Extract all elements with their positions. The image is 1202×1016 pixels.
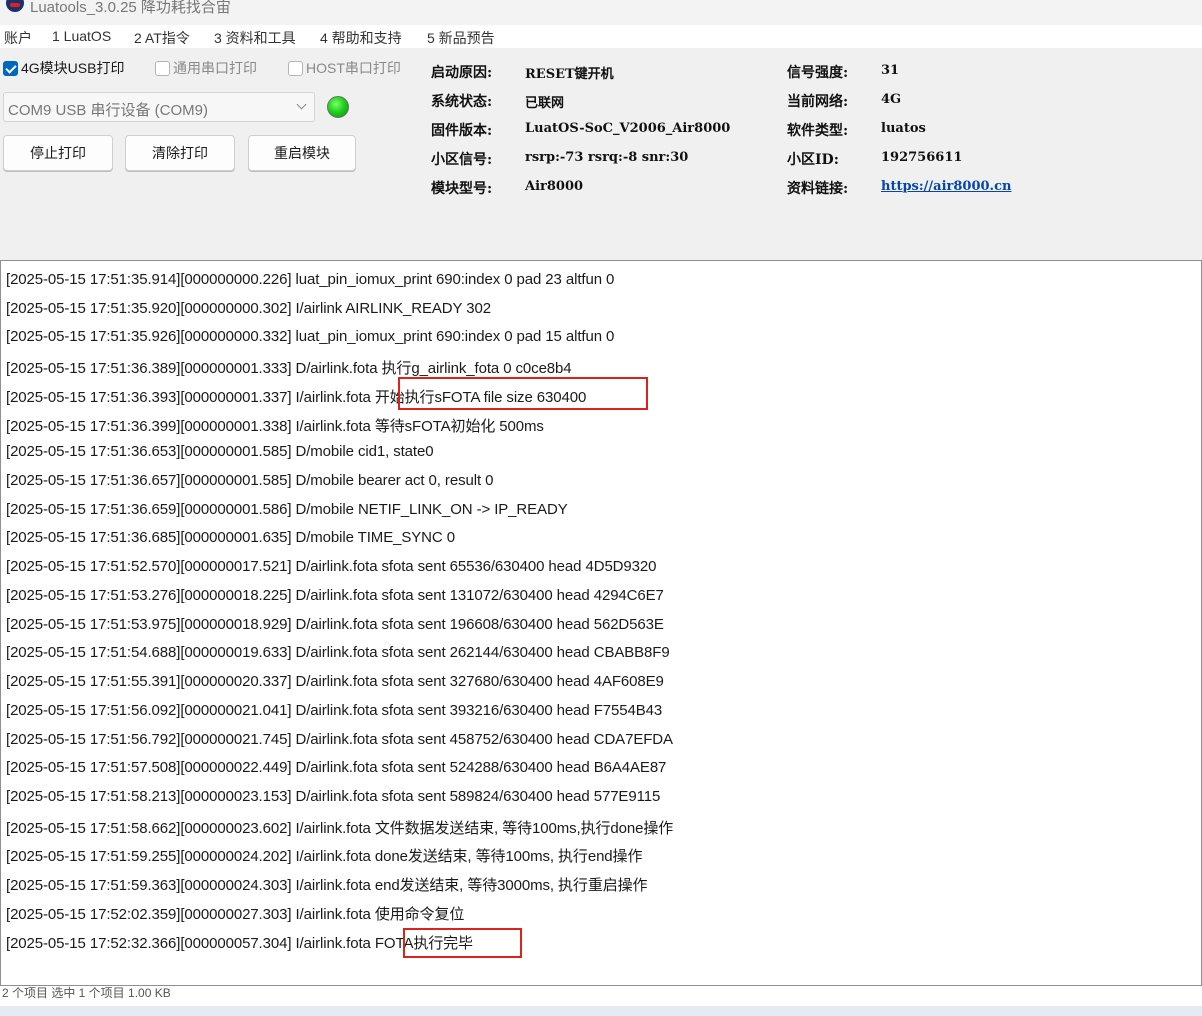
taskbar-strip — [0, 1006, 1202, 1016]
title-bar: Luatools_3.0.25 降功耗找合宙 — [0, 0, 1202, 25]
log-line: [2025-05-15 17:51:53.975][000000018.929]… — [6, 616, 664, 633]
checkbox-checked-icon — [3, 60, 18, 76]
log-line: [2025-05-15 17:51:35.926][000000000.332]… — [6, 328, 615, 345]
menu-at-commands[interactable]: 2 AT指令 — [134, 28, 190, 48]
firmware-version-value: LuatOS-SoC_V2006_Air8000 — [525, 121, 731, 136]
log-line: [2025-05-15 17:51:36.399][000000001.338]… — [6, 418, 544, 435]
highlight-box-fota-complete — [403, 928, 522, 958]
menu-docs-tools[interactable]: 3 资料和工具 — [214, 28, 296, 48]
log-line: [2025-05-15 17:51:57.508][000000022.449]… — [6, 759, 667, 776]
chevron-down-icon — [296, 99, 307, 110]
checkbox-unchecked-icon — [288, 60, 303, 76]
cell-signal-label: 小区信号: — [431, 152, 493, 168]
log-line: [2025-05-15 17:51:54.688][000000019.633]… — [6, 644, 670, 661]
signal-strength-value: 31 — [881, 63, 900, 78]
log-line: [2025-05-15 17:51:59.363][000000024.303]… — [6, 877, 648, 894]
log-line: [2025-05-15 17:51:58.662][000000023.602]… — [6, 820, 674, 837]
menu-account[interactable]: 账户 — [4, 28, 32, 48]
boot-reason-value: RESET键开机 — [525, 67, 614, 82]
log-line: [2025-05-15 17:51:58.213][000000023.153]… — [6, 788, 661, 805]
signal-strength-label: 信号强度: — [787, 65, 849, 81]
control-panel: 4G模块USB打印 通用串口打印 HOST串口打印 COM9 USB 串行设备 … — [0, 48, 1202, 260]
system-status-label: 系统状态: — [431, 94, 493, 110]
log-line: [2025-05-15 17:51:35.914][000000000.226]… — [6, 271, 615, 288]
log-line: [2025-05-15 17:51:59.255][000000024.202]… — [6, 848, 643, 865]
menu-help-support[interactable]: 4 帮助和支持 — [320, 28, 402, 48]
checkbox-unchecked-icon — [155, 60, 170, 76]
uart-print-checkbox[interactable]: 通用串口打印 — [155, 59, 257, 77]
log-line: [2025-05-15 17:51:36.659][000000001.586]… — [6, 501, 568, 518]
system-status-value: 已联网 — [525, 96, 565, 111]
doc-link[interactable]: https://air8000.cn — [881, 179, 1011, 194]
log-line: [2025-05-15 17:51:36.657][000000001.585]… — [6, 472, 494, 489]
log-output-panel[interactable]: [2025-05-15 17:51:35.914][000000000.226]… — [0, 260, 1202, 986]
host-print-checkbox[interactable]: HOST串口打印 — [288, 59, 401, 77]
usb-print-checkbox[interactable]: 4G模块USB打印 — [3, 59, 124, 77]
log-line: [2025-05-15 17:51:36.685][000000001.635]… — [6, 529, 455, 546]
doc-link-label: 资料链接: — [787, 181, 849, 197]
firmware-version-label: 固件版本: — [431, 123, 493, 139]
port-select[interactable]: COM9 USB 串行设备 (COM9) — [3, 92, 315, 122]
menu-bar: 账户 1 LuatOS 2 AT指令 3 资料和工具 4 帮助和支持 5 新品预… — [0, 25, 1202, 48]
log-line: [2025-05-15 17:51:52.570][000000017.521]… — [6, 558, 657, 575]
log-line: [2025-05-15 17:52:02.359][000000027.303]… — [6, 906, 465, 923]
current-network-label: 当前网络: — [787, 94, 849, 110]
log-line: [2025-05-15 17:51:56.792][000000021.745]… — [6, 731, 673, 748]
log-line: [2025-05-15 17:51:55.391][000000020.337]… — [6, 673, 664, 690]
module-model-value: Air8000 — [525, 179, 584, 194]
log-line: [2025-05-15 17:51:53.276][000000018.225]… — [6, 587, 664, 604]
cell-id-value: 192756611 — [881, 150, 963, 165]
highlight-box-fota-start — [398, 377, 648, 410]
cell-id-label: 小区ID: — [787, 152, 839, 168]
port-select-value: COM9 USB 串行设备 (COM9) — [8, 102, 209, 119]
software-type-label: 软件类型: — [787, 123, 849, 139]
module-model-label: 模块型号: — [431, 181, 493, 197]
boot-reason-label: 启动原因: — [431, 65, 493, 81]
log-line: [2025-05-15 17:51:36.389][000000001.333]… — [6, 360, 572, 377]
log-line: [2025-05-15 17:51:56.092][000000021.041]… — [6, 702, 663, 719]
menu-luatos[interactable]: 1 LuatOS — [52, 28, 111, 44]
connection-status-led-icon — [327, 96, 349, 118]
status-bar-text: 2 个项目 选中 1 个项目 1.00 KB — [2, 986, 171, 1000]
menu-new-products[interactable]: 5 新品预告 — [427, 28, 495, 48]
restart-module-button[interactable]: 重启模块 — [248, 135, 356, 171]
status-bar: 2 个项目 选中 1 个项目 1.00 KB — [0, 986, 1202, 1016]
window-title: Luatools_3.0.25 降功耗找合宙 — [30, 0, 231, 16]
stop-print-button[interactable]: 停止打印 — [3, 135, 113, 171]
software-type-value: luatos — [881, 121, 926, 136]
log-line: [2025-05-15 17:51:36.653][000000001.585]… — [6, 443, 434, 460]
clear-print-button[interactable]: 清除打印 — [125, 135, 235, 171]
cell-signal-value: rsrp:-73 rsrq:-8 snr:30 — [525, 150, 689, 165]
app-logo-icon — [6, 0, 24, 12]
current-network-value: 4G — [881, 92, 902, 107]
log-line: [2025-05-15 17:51:35.920][000000000.302]… — [6, 300, 491, 317]
